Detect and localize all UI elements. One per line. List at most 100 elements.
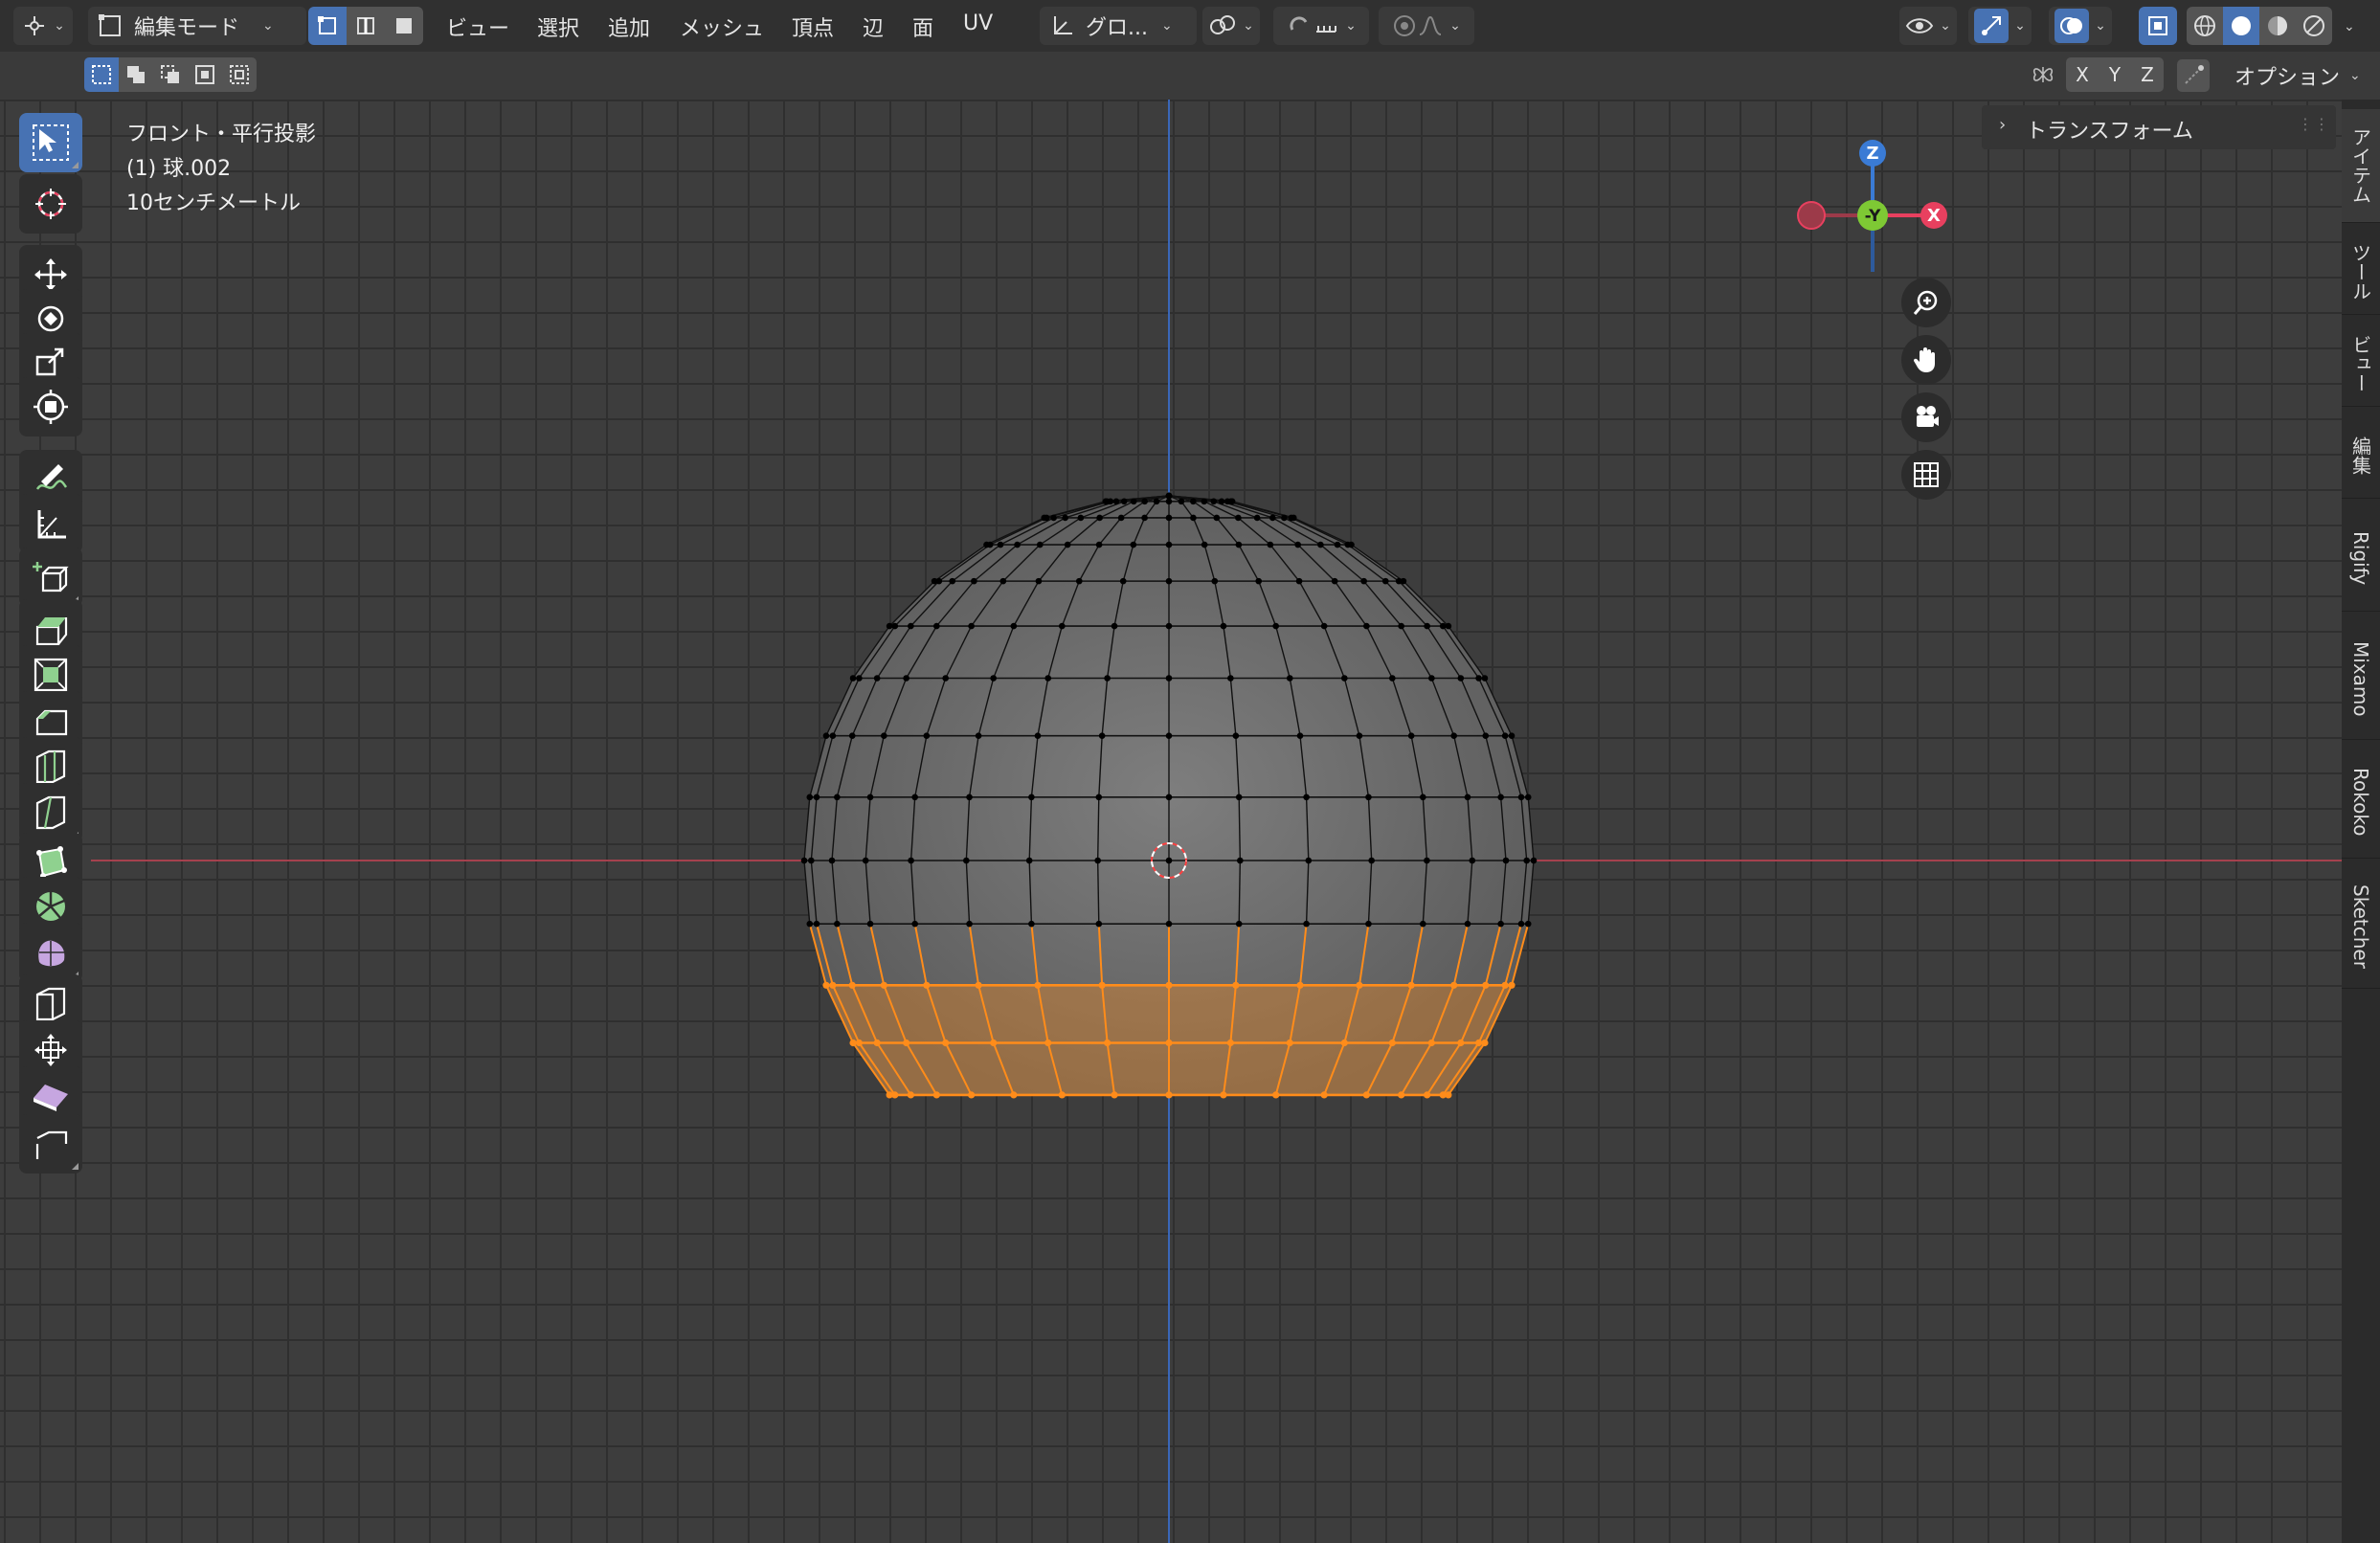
selected-vertex bbox=[932, 1091, 940, 1099]
snap-magnet-icon bbox=[1290, 16, 1308, 31]
menu-face[interactable]: 面 bbox=[912, 11, 933, 42]
invert-selection-button[interactable] bbox=[188, 57, 222, 92]
rotate-icon bbox=[37, 305, 64, 332]
editor-type-button[interactable]: ⌄ bbox=[13, 7, 73, 45]
gizmo-icon bbox=[1982, 16, 2002, 35]
menu-vertex[interactable]: 頂点 bbox=[792, 11, 834, 42]
mirror-z-button[interactable]: Z bbox=[2131, 57, 2164, 92]
extrude-icon bbox=[35, 617, 68, 646]
mode-selector[interactable]: 編集モード ⌄ bbox=[88, 7, 306, 45]
subtract-selection-button[interactable] bbox=[153, 57, 188, 92]
3d-viewport[interactable]: フロント・平行投影 (1) 球.002 10センチメートル Z X -Y › ト… bbox=[0, 100, 2380, 1543]
menu-add[interactable]: 追加 bbox=[608, 11, 650, 42]
solid-shading-button[interactable] bbox=[2223, 7, 2259, 45]
tab-rigify[interactable]: Rigify bbox=[2342, 505, 2380, 612]
vertex-select-button[interactable] bbox=[308, 7, 347, 45]
wireframe-shading-button[interactable] bbox=[2187, 7, 2223, 45]
auto-merge-button[interactable] bbox=[2177, 59, 2210, 92]
navigation-gizmo[interactable]: Z X -Y bbox=[1781, 119, 1953, 272]
shading-dropdown[interactable]: ⌄ bbox=[2344, 19, 2355, 34]
transform-orientation-dropdown[interactable]: グロ... ⌄ bbox=[1040, 7, 1197, 45]
edge-select-button[interactable] bbox=[347, 7, 385, 45]
bevel-icon bbox=[35, 709, 68, 736]
vertex bbox=[1119, 577, 1127, 585]
vertex bbox=[1235, 794, 1243, 801]
gizmo-neg-x-handle[interactable] bbox=[1797, 201, 1826, 230]
menu-mesh[interactable]: メッシュ bbox=[680, 11, 764, 42]
vertex bbox=[1010, 622, 1018, 630]
vertex bbox=[1211, 577, 1219, 585]
menu-edge[interactable]: 辺 bbox=[863, 11, 884, 42]
tool-cursor[interactable] bbox=[19, 174, 82, 234]
camera-view-button[interactable] bbox=[1901, 392, 1951, 442]
xray-button[interactable] bbox=[2139, 7, 2177, 45]
drag-handle-icon[interactable]: ⋮⋮ bbox=[2298, 115, 2330, 133]
tool-smooth[interactable] bbox=[19, 923, 82, 982]
selected-vertex bbox=[1445, 1091, 1452, 1099]
mirror-y-button[interactable]: Y bbox=[2099, 57, 2131, 92]
auto-merge-icon bbox=[2185, 65, 2204, 84]
material-shading-button[interactable] bbox=[2259, 7, 2296, 45]
mirror-button[interactable] bbox=[2028, 59, 2058, 90]
menu-uv[interactable]: UV bbox=[963, 11, 993, 35]
vertex bbox=[1296, 732, 1304, 739]
tool-transform[interactable] bbox=[19, 377, 82, 436]
vertex bbox=[1036, 541, 1044, 548]
tab-tool[interactable]: ツール bbox=[2342, 230, 2380, 315]
menu-select[interactable]: 選択 bbox=[537, 11, 579, 42]
options-dropdown[interactable]: オプション ⌄ bbox=[2227, 57, 2376, 94]
vertex bbox=[856, 675, 863, 682]
tool-options-indicator bbox=[72, 162, 79, 168]
tab-sketcher[interactable]: Sketcher bbox=[2342, 865, 2380, 989]
vertex bbox=[1153, 498, 1160, 505]
face-select-button[interactable] bbox=[385, 7, 423, 45]
tool-add-cube[interactable] bbox=[19, 548, 82, 607]
overlays-button[interactable]: ⌄ bbox=[2049, 7, 2112, 45]
ortho-toggle-button[interactable] bbox=[1901, 450, 1951, 500]
tool-measure[interactable] bbox=[19, 494, 82, 553]
selected-vertex bbox=[903, 1039, 910, 1047]
grid-scale-text: 10センチメートル bbox=[126, 191, 301, 215]
mirror-x-button[interactable]: X bbox=[2066, 57, 2099, 92]
extend-selection-button[interactable] bbox=[119, 57, 153, 92]
snapping-button[interactable]: ⌄ bbox=[1273, 7, 1369, 45]
rendered-shading-button[interactable] bbox=[2296, 7, 2332, 45]
intersect-selection-button[interactable] bbox=[222, 57, 257, 92]
pan-button[interactable] bbox=[1901, 335, 1951, 385]
tab-edit[interactable]: 編集 bbox=[2342, 414, 2380, 499]
selected-vertex bbox=[1424, 1091, 1431, 1099]
vertex bbox=[1303, 920, 1310, 928]
shrink-fatten-icon bbox=[34, 1034, 67, 1066]
tab-item[interactable]: アイテム bbox=[2342, 109, 2380, 223]
vertex-select-icon bbox=[318, 16, 336, 34]
vertex bbox=[1365, 920, 1372, 928]
select-box-icon bbox=[33, 124, 69, 161]
menu-view[interactable]: ビュー bbox=[446, 11, 509, 42]
vertex bbox=[1201, 541, 1208, 548]
zoom-button[interactable] bbox=[1901, 278, 1951, 327]
vertex bbox=[933, 622, 940, 630]
visibility-button[interactable]: ⌄ bbox=[1899, 7, 1957, 45]
tab-mixamo[interactable]: Mixamo bbox=[2342, 618, 2380, 740]
selection-mode-group bbox=[84, 57, 257, 92]
vertex bbox=[1025, 857, 1033, 864]
gizmo-toggle-button[interactable]: ⌄ bbox=[1968, 7, 2032, 45]
selected-vertex bbox=[1482, 981, 1490, 989]
transform-panel-header[interactable]: › トランスフォーム ⋮⋮ bbox=[1982, 105, 2336, 149]
tool-rip[interactable] bbox=[19, 1114, 82, 1174]
set-selection-button[interactable] bbox=[84, 57, 119, 92]
pivot-point-button[interactable]: ⌄ bbox=[1202, 7, 1260, 45]
vertex bbox=[891, 622, 899, 630]
selected-vertex bbox=[848, 981, 856, 989]
vertex bbox=[1095, 541, 1103, 548]
vertex bbox=[1428, 675, 1435, 682]
vertex bbox=[1363, 622, 1370, 630]
proportional-edit-button[interactable]: ⌄ bbox=[1379, 7, 1474, 45]
vertex bbox=[968, 622, 975, 630]
vertex bbox=[1320, 622, 1328, 630]
tab-view[interactable]: ビュー bbox=[2342, 322, 2380, 407]
tool-select-box[interactable] bbox=[19, 113, 82, 172]
vertex bbox=[866, 920, 874, 928]
selected-vertex bbox=[1098, 981, 1106, 989]
tab-rokoko[interactable]: Rokoko bbox=[2342, 747, 2380, 859]
